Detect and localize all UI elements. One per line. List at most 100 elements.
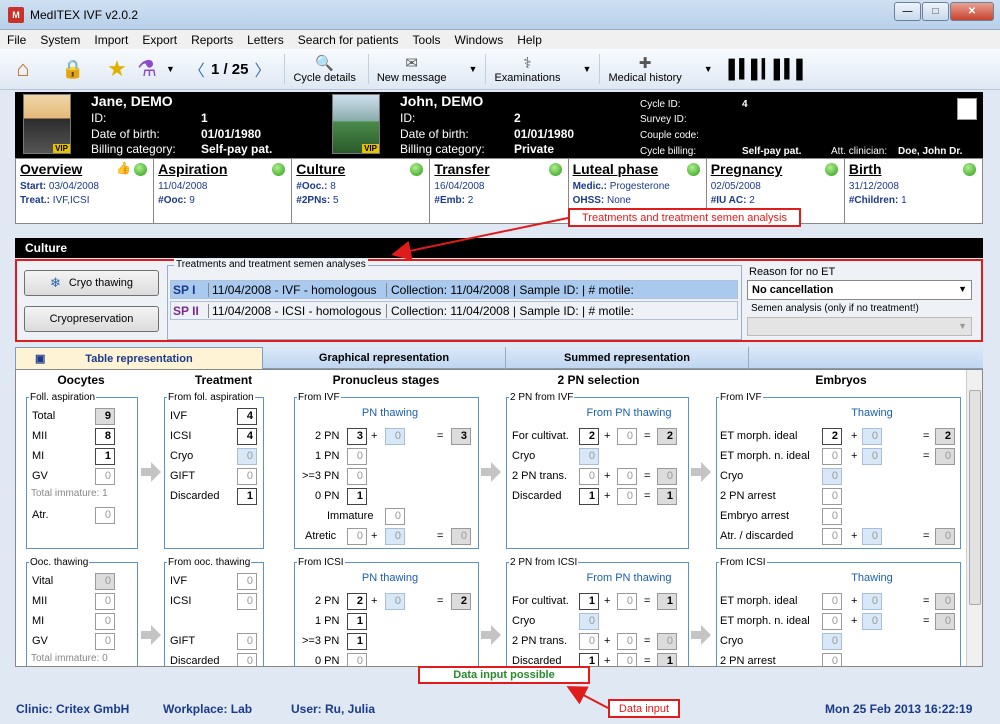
pn-arrest-input[interactable]: 0 [822, 488, 842, 505]
mi-input[interactable]: 1 [95, 448, 115, 465]
total-oocytes-input[interactable]: 9 [95, 408, 115, 425]
pn-trans-thaw-input[interactable]: 0 [617, 468, 637, 485]
menu-letters[interactable]: Letters [240, 33, 291, 47]
discarded-input[interactable]: 1 [237, 488, 257, 505]
pn0-input[interactable]: 1 [347, 488, 367, 505]
cryo-input[interactable]: 0 [822, 633, 842, 650]
morph-n-ideal-input[interactable]: 0 [822, 448, 842, 465]
atretic-thaw-input[interactable]: 0 [385, 528, 405, 545]
embryo-arrest-input[interactable]: 0 [822, 508, 842, 525]
cultivation-input[interactable]: 2 [579, 428, 599, 445]
close-button[interactable]: ✕ [950, 2, 994, 21]
atretic-input[interactable]: 0 [347, 528, 367, 545]
immature-input[interactable]: 0 [385, 508, 405, 525]
icsi-input[interactable]: 0 [237, 593, 257, 610]
atr-discarded-thaw-input[interactable]: 0 [862, 528, 882, 545]
ivf-input[interactable]: 4 [237, 408, 257, 425]
morph-n-ideal-input[interactable]: 0 [822, 613, 842, 630]
chevron-down-icon[interactable]: ▼ [469, 64, 478, 74]
treatment-row[interactable]: SP I 11/04/2008 - IVF - homologous Colle… [170, 280, 738, 299]
pn-arrest-input[interactable]: 0 [822, 653, 842, 666]
tab-summed[interactable]: Summed representation [506, 347, 749, 369]
morph-n-ideal-thaw-input[interactable]: 0 [862, 448, 882, 465]
menu-search-patients[interactable]: Search for patients [291, 33, 406, 47]
menu-reports[interactable]: Reports [184, 33, 240, 47]
patients-icon[interactable]: ★ [102, 54, 132, 84]
phase-birth[interactable]: Birth 31/12/2008 #Children: 1 [845, 159, 982, 223]
discarded-input[interactable]: 1 [579, 653, 599, 666]
home-icon[interactable]: ⌂ [8, 54, 38, 84]
previous-arrow-icon[interactable]: 〈 [189, 57, 205, 81]
morph-ideal-thaw-input[interactable]: 0 [862, 428, 882, 445]
discarded-thaw-input[interactable]: 0 [617, 653, 637, 666]
semen-analysis-select[interactable]: ▼ [747, 317, 972, 336]
lock-icon[interactable]: 🔒 [58, 54, 88, 84]
pn2-thaw-input[interactable]: 0 [385, 593, 405, 610]
atr-input[interactable]: 0 [95, 507, 115, 524]
new-message-button[interactable]: ✉ New message [367, 54, 455, 84]
scrollbar-thumb[interactable] [969, 390, 981, 605]
icsi-input[interactable]: 4 [237, 428, 257, 445]
medical-history-button[interactable]: ✚ Medical history [599, 54, 689, 84]
minimize-button[interactable]: — [894, 2, 921, 21]
pn2-input[interactable]: 2 [347, 593, 367, 610]
discarded-input[interactable]: 0 [237, 653, 257, 666]
menu-import[interactable]: Import [87, 33, 135, 47]
chevron-down-icon[interactable]: ▼ [704, 64, 713, 74]
ivf-input[interactable]: 0 [237, 573, 257, 590]
chevron-down-icon[interactable]: ▼ [166, 64, 175, 74]
reason-no-et-select[interactable]: No cancellation ▼ [747, 280, 972, 300]
treatment-row[interactable]: SP II 11/04/2008 - ICSI - homologous Col… [170, 301, 738, 320]
atr-discarded-input[interactable]: 0 [822, 528, 842, 545]
gv-input[interactable]: 0 [95, 633, 115, 650]
next-arrow-icon[interactable]: 〉 [254, 57, 270, 81]
pn2-input[interactable]: 3 [347, 428, 367, 445]
cryo-input[interactable]: 0 [579, 448, 599, 465]
morph-ideal-thaw-input[interactable]: 0 [862, 593, 882, 610]
menu-file[interactable]: File [0, 33, 33, 47]
document-icon[interactable] [957, 98, 977, 120]
cryo-thawing-button[interactable]: ❄ Cryo thawing [24, 270, 159, 296]
pn-trans-thaw-input[interactable]: 0 [617, 633, 637, 650]
maximize-button[interactable]: □ [922, 2, 949, 21]
menu-system[interactable]: System [33, 33, 87, 47]
cryopreservation-button[interactable]: Cryopreservation [24, 306, 159, 332]
discarded-thaw-input[interactable]: 0 [617, 488, 637, 505]
pn3-input[interactable]: 1 [347, 633, 367, 650]
barcode-scanner-icon[interactable]: ▌▍▌▎▌▍▌ [728, 54, 809, 84]
menu-export[interactable]: Export [135, 33, 184, 47]
examinations-button[interactable]: ⚕ Examinations [485, 54, 568, 84]
cultivation-thaw-input[interactable]: 0 [617, 428, 637, 445]
pn1-input[interactable]: 0 [347, 448, 367, 465]
morph-n-ideal-thaw-input[interactable]: 0 [862, 613, 882, 630]
pn3-input[interactable]: 0 [347, 468, 367, 485]
cycle-details-button[interactable]: 🔍 Cycle details [284, 54, 363, 84]
cryo-input[interactable]: 0 [579, 613, 599, 630]
cryo-input[interactable]: 0 [822, 468, 842, 485]
phase-aspiration[interactable]: Aspiration 11/04/2008 #Ooc: 9 [154, 159, 293, 223]
morph-ideal-input[interactable]: 0 [822, 593, 842, 610]
mii-input[interactable]: 0 [95, 593, 115, 610]
chevron-down-icon[interactable]: ▼ [583, 64, 592, 74]
cultivation-thaw-input[interactable]: 0 [617, 593, 637, 610]
pn2-thaw-input[interactable]: 0 [385, 428, 405, 445]
mii-input[interactable]: 8 [95, 428, 115, 445]
menu-windows[interactable]: Windows [448, 33, 511, 47]
discarded-input[interactable]: 1 [579, 488, 599, 505]
mi-input[interactable]: 0 [95, 613, 115, 630]
gift-input[interactable]: 0 [237, 468, 257, 485]
pn-trans-input[interactable]: 0 [579, 633, 599, 650]
morph-ideal-input[interactable]: 2 [822, 428, 842, 445]
tab-table[interactable]: ▣ Table representation [15, 347, 263, 369]
pn1-input[interactable]: 1 [347, 613, 367, 630]
gift-input[interactable]: 0 [237, 633, 257, 650]
vertical-scrollbar[interactable] [966, 370, 982, 666]
menu-tools[interactable]: Tools [406, 33, 448, 47]
phase-transfer[interactable]: Transfer 16/04/2008 #Emb: 2 [430, 159, 569, 223]
phase-culture[interactable]: Culture #Ooc.: 8 #2PNs: 5 [292, 159, 431, 223]
cultivation-input[interactable]: 1 [579, 593, 599, 610]
phase-overview[interactable]: Overview 👍 Start: 03/04/2008 Treat.: IVF… [16, 159, 155, 223]
lab-flask-icon[interactable]: ⚗ [132, 54, 162, 84]
tab-graphical[interactable]: Graphical representation [263, 347, 506, 369]
gv-input[interactable]: 0 [95, 468, 115, 485]
